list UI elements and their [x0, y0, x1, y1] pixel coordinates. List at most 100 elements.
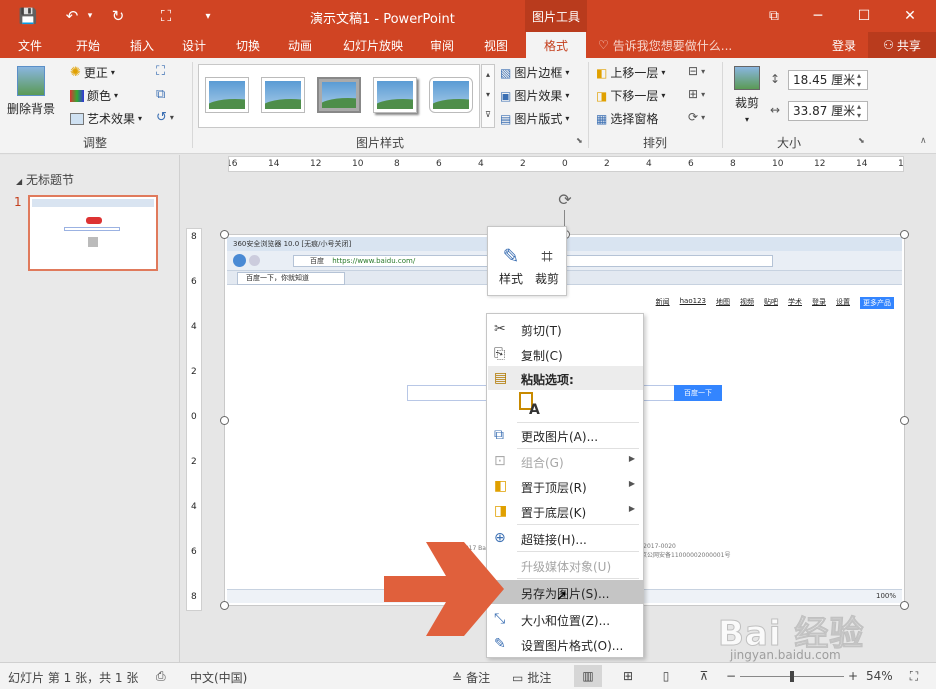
ruler-label: 4	[478, 159, 484, 169]
reading-view-icon[interactable]: ▯	[652, 665, 680, 687]
rotate-icon[interactable]: ⟳ ▾	[688, 110, 705, 124]
tab-review[interactable]: 审阅	[418, 32, 466, 58]
width-input[interactable]: 33.87 厘米	[788, 101, 868, 121]
login-button[interactable]: 登录	[832, 32, 856, 58]
slideshow-view-icon[interactable]: ⊼	[690, 665, 718, 687]
resize-handle[interactable]	[220, 601, 229, 610]
resize-handle[interactable]	[220, 230, 229, 239]
picture-effects-button[interactable]: ▣ 图片效果 ▾	[500, 87, 569, 104]
share-button[interactable]: ⚇ 共享	[868, 32, 936, 58]
menu-item-group[interactable]: ⊡ 组合(G) ▶	[488, 449, 643, 473]
picture-border-button[interactable]: ▧ 图片边框 ▾	[500, 64, 569, 81]
slideshow-icon[interactable]: ⛶	[152, 0, 180, 32]
picture-layout-button[interactable]: ▤ 图片版式 ▾	[500, 110, 569, 127]
selection-pane-button[interactable]: ▦ 选择窗格	[596, 110, 658, 127]
customize-toolbar-icon[interactable]: ▾	[198, 0, 218, 32]
size-dialog-launcher-icon[interactable]: ⬊	[858, 136, 865, 145]
tab-design[interactable]: 设计	[170, 32, 218, 58]
undo-dropdown-icon[interactable]: ▾	[84, 0, 96, 32]
menu-item-bring-to-front[interactable]: ◧ 置于顶层(R) ▶	[488, 474, 643, 498]
tab-animations[interactable]: 动画	[276, 32, 324, 58]
language-indicator[interactable]: 中文(中国)	[190, 669, 247, 686]
menu-item-cut[interactable]: ✂ 剪切(T)	[488, 317, 643, 341]
corrections-button[interactable]: ✺ 更正 ▾	[70, 64, 115, 81]
picture-style-thumb[interactable]	[261, 77, 305, 113]
collapse-ribbon-icon[interactable]: ∧	[920, 136, 927, 146]
color-button[interactable]: 颜色 ▾	[70, 87, 118, 104]
collapse-section-icon[interactable]: ◢	[16, 177, 22, 186]
menu-item-format-picture[interactable]: ✎ 设置图片格式(O)...	[488, 632, 643, 656]
save-icon[interactable]: 💾	[14, 0, 42, 32]
mini-style-button[interactable]: ✎ 样式	[492, 233, 530, 291]
sun-icon: ✺	[70, 65, 81, 80]
group-label-size: 大小	[776, 136, 801, 150]
ribbon-display-options-icon[interactable]: ⧉	[756, 0, 792, 32]
resize-handle[interactable]	[220, 416, 229, 425]
screenshot-link: 新闻	[655, 298, 670, 306]
spellcheck-icon[interactable]: ⎙	[156, 669, 166, 684]
picture-style-thumb[interactable]	[373, 77, 417, 113]
bring-forward-button[interactable]: ◧ 上移一层 ▾	[596, 64, 665, 81]
tell-me-search[interactable]: ♡ 告诉我您想要做什么...	[598, 32, 732, 58]
tab-format[interactable]: 格式	[526, 32, 586, 58]
tab-home[interactable]: 开始	[64, 32, 112, 58]
section-header[interactable]: ◢ 无标题节	[16, 171, 74, 188]
tab-file[interactable]: 文件	[6, 32, 54, 58]
slide-sorter-icon[interactable]: ⊞	[614, 665, 642, 687]
normal-view-icon[interactable]: ▥	[574, 665, 602, 687]
resize-handle[interactable]	[900, 416, 909, 425]
dialog-launcher-icon[interactable]: ⬊	[576, 136, 583, 145]
menu-item-send-to-back[interactable]: ◨ 置于底层(K) ▶	[488, 499, 643, 523]
rotate-handle-icon[interactable]: ⟳	[555, 190, 575, 210]
crop-button[interactable]: 裁剪 ▾	[730, 66, 764, 124]
screenshot-url-badge: 百度	[310, 257, 324, 265]
zoom-level[interactable]: 54%	[866, 669, 893, 683]
comments-button[interactable]: ▭ 批注	[512, 669, 551, 686]
change-picture-icon[interactable]: ⧉	[156, 87, 165, 102]
comments-label: 批注	[527, 671, 552, 685]
maximize-icon[interactable]: ☐	[846, 0, 882, 32]
group-objects-icon[interactable]: ⊞ ▾	[688, 87, 705, 101]
remove-background-button[interactable]: 删除背景	[6, 66, 56, 117]
menu-item-change-picture[interactable]: ⧉ 更改图片(A)...	[488, 423, 643, 447]
menu-item-save-as-picture[interactable]: 另存为图片(S)... ➚	[488, 580, 643, 604]
align-icon[interactable]: ⊟ ▾	[688, 64, 705, 78]
close-icon[interactable]: ✕	[892, 0, 928, 32]
zoom-out-button[interactable]: −	[726, 669, 736, 683]
color-icon	[70, 89, 84, 102]
tab-slideshow[interactable]: 幻灯片放映	[334, 32, 412, 58]
resize-handle[interactable]	[900, 230, 909, 239]
slide-thumbnail[interactable]	[28, 195, 158, 271]
zoom-slider-thumb[interactable]	[790, 671, 794, 682]
redo-icon[interactable]: ↻	[104, 0, 132, 32]
tab-view[interactable]: 视图	[472, 32, 520, 58]
tab-transitions[interactable]: 切换	[224, 32, 272, 58]
menu-item-size-position[interactable]: ⤡ 大小和位置(Z)...	[488, 607, 643, 631]
reset-picture-icon[interactable]: ↺ ▾	[156, 110, 174, 125]
minimize-icon[interactable]: ─	[800, 0, 836, 32]
paste-keep-text-icon[interactable]: A	[519, 392, 541, 418]
undo-icon[interactable]: ↶	[58, 0, 86, 32]
ruler-label: 8	[394, 159, 400, 169]
menu-item-copy[interactable]: ⎘ 复制(C)	[488, 342, 643, 366]
height-input[interactable]: 18.45 厘米	[788, 70, 868, 90]
fit-slide-icon[interactable]: ⛶	[900, 665, 928, 687]
send-backward-button[interactable]: ◨ 下移一层 ▾	[596, 87, 665, 104]
artistic-effects-button[interactable]: 艺术效果 ▾	[70, 110, 142, 127]
gallery-scroll[interactable]: ▴ ▾ ⊽	[481, 64, 495, 128]
notes-button[interactable]: ≙ 备注	[452, 669, 490, 686]
compress-pictures-icon[interactable]: ⛶	[156, 64, 165, 79]
picture-layout-label: 图片版式	[514, 112, 563, 126]
thumb-browser-bar	[32, 199, 154, 207]
menu-item-hyperlink[interactable]: ⊕ 超链接(H)...	[488, 526, 643, 550]
forward-icon	[249, 255, 260, 266]
mini-crop-button[interactable]: ⌗ 裁剪	[528, 233, 566, 291]
picture-style-thumb[interactable]	[205, 77, 249, 113]
ruler-label: 2	[191, 457, 197, 467]
tab-insert[interactable]: 插入	[118, 32, 166, 58]
picture-style-thumb[interactable]	[317, 77, 361, 113]
remove-background-label: 删除背景	[6, 102, 55, 116]
picture-style-thumb[interactable]	[429, 77, 473, 113]
menu-item-upgrade-media[interactable]: 升级媒体对象(U)	[488, 553, 643, 577]
zoom-in-button[interactable]: +	[848, 669, 858, 683]
